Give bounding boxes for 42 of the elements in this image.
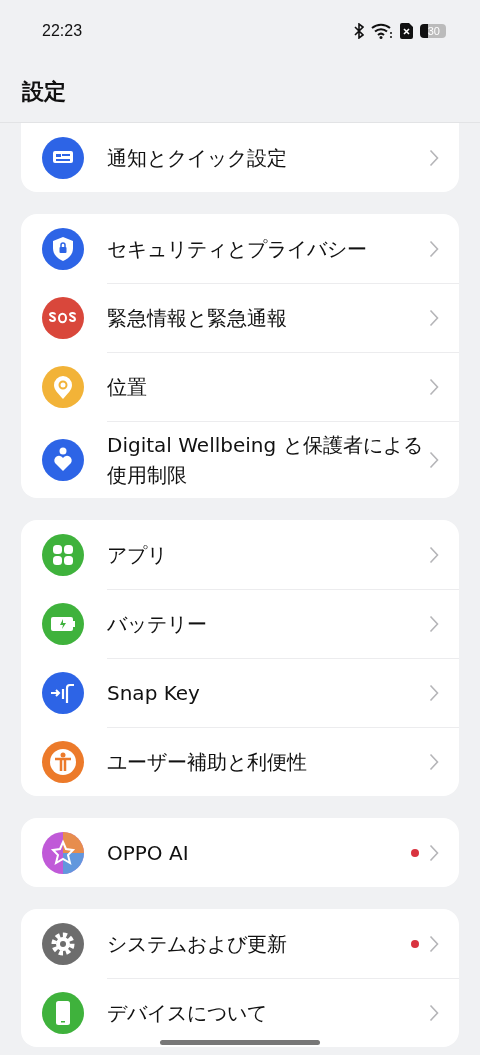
no-sim-icon — [399, 23, 413, 39]
battery-indicator: 30 — [419, 24, 446, 38]
chevron-icon — [429, 378, 439, 396]
wifi-icon — [370, 23, 393, 39]
chevron-icon — [429, 309, 439, 327]
settings-item[interactable]: システムおよび更新 — [21, 909, 459, 978]
settings-item[interactable]: 位置 — [21, 352, 459, 421]
settings-item[interactable]: バッテリー — [21, 589, 459, 658]
item-label: システムおよび更新 — [107, 930, 288, 958]
page-title: 設定 — [22, 78, 66, 106]
chevron-icon — [429, 684, 439, 702]
item-label: アプリ — [107, 541, 168, 569]
bluetooth-icon — [353, 23, 364, 39]
settings-item[interactable]: ユーザー補助と利便性 — [21, 727, 459, 796]
item-label: Snap Key — [107, 680, 201, 707]
settings-item[interactable]: セキュリティとプライバシー — [21, 214, 459, 283]
chevron-icon — [429, 148, 439, 167]
settings-item[interactable]: 緊急情報と緊急通報 — [21, 283, 459, 352]
item-label: 緊急情報と緊急通報 — [107, 305, 288, 332]
item-label: OPPO AI — [107, 839, 190, 867]
item-label: 通知とクイック設定 — [107, 144, 288, 172]
settings-item[interactable]: Digital Wellbeing と保護者による使用制限 — [21, 421, 459, 498]
chevron-icon — [429, 1004, 439, 1022]
item-label: デバイスについて — [107, 1000, 268, 1027]
home-indicator[interactable] — [160, 1040, 320, 1045]
chevron-icon — [429, 239, 439, 258]
item-label: セキュリティとプライバシー — [107, 235, 368, 263]
item-label: 位置 — [107, 374, 148, 401]
chevron-icon — [429, 451, 439, 469]
item-label: バッテリー — [107, 611, 208, 638]
item-label: ユーザー補助と利便性 — [107, 749, 308, 776]
chevron-icon — [429, 545, 439, 564]
settings-item[interactable]: 通知とクイック設定 — [21, 123, 459, 192]
chevron-icon — [429, 753, 439, 771]
settings-item[interactable]: OPPO AI — [21, 818, 459, 887]
chevron-icon — [429, 615, 439, 633]
settings-item[interactable]: アプリ — [21, 520, 459, 589]
chevron-icon — [429, 934, 439, 953]
item-label: Digital Wellbeing と保護者による使用制限 — [107, 432, 424, 489]
status-time: 22:23 — [42, 22, 83, 40]
chevron-icon — [429, 843, 439, 862]
settings-item[interactable]: Snap Key — [21, 658, 459, 727]
